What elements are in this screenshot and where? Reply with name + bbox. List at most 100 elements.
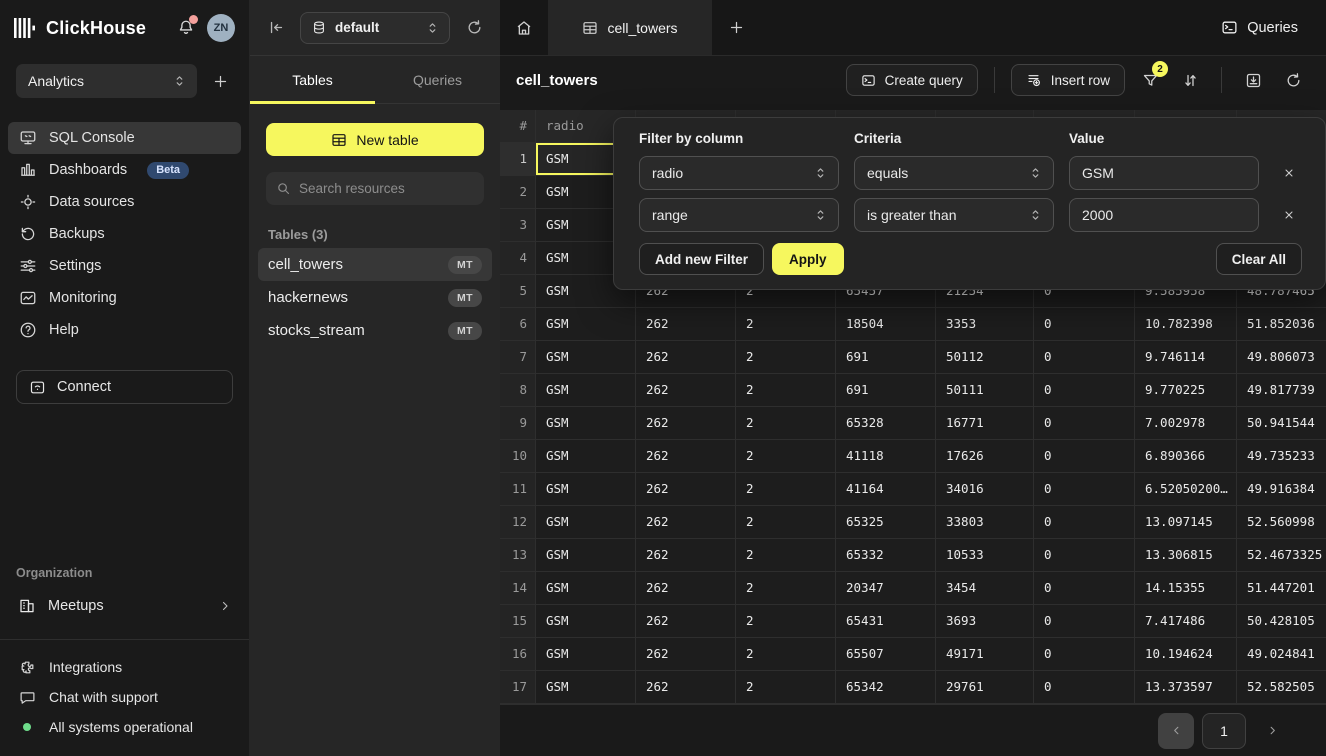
table-cell[interactable]: 2 [736, 374, 836, 407]
table-cell[interactable]: GSM [536, 341, 636, 374]
table-cell[interactable]: 41164 [836, 473, 936, 506]
filter-criteria-select-2[interactable]: is greater than [854, 198, 1054, 232]
sidebar-item-meetups[interactable]: Meetups [8, 590, 241, 622]
table-cell[interactable]: 65328 [836, 407, 936, 440]
table-cell[interactable]: GSM [536, 671, 636, 704]
sort-icon[interactable] [1175, 65, 1205, 95]
table-cell[interactable]: 49.024841 [1237, 638, 1326, 671]
queries-button[interactable]: Queries [1211, 0, 1326, 55]
table-cell[interactable]: 2 [736, 440, 836, 473]
filter-column-select-2[interactable]: range [639, 198, 839, 232]
table-cell[interactable]: 2 [736, 308, 836, 341]
table-cell[interactable]: 51.852036 [1237, 308, 1326, 341]
table-cell[interactable]: 262 [636, 374, 736, 407]
tab-queries[interactable]: Queries [375, 56, 500, 103]
table-cell[interactable]: 262 [636, 605, 736, 638]
table-cell[interactable]: GSM [536, 374, 636, 407]
table-cell[interactable]: GSM [536, 473, 636, 506]
table-cell[interactable]: 691 [836, 341, 936, 374]
table-cell[interactable]: 65342 [836, 671, 936, 704]
search-input[interactable] [299, 181, 474, 196]
table-cell[interactable]: 49.817739 [1237, 374, 1326, 407]
sidebar-item-dashboards[interactable]: Dashboards Beta [8, 154, 241, 186]
remove-filter-2-icon[interactable] [1274, 198, 1304, 232]
table-cell[interactable]: 3454 [936, 572, 1034, 605]
table-cell[interactable]: 2 [736, 473, 836, 506]
table-cell[interactable]: 65431 [836, 605, 936, 638]
table-cell[interactable]: 10.782398 [1135, 308, 1237, 341]
sidebar-item-sql-console[interactable]: SQL Console [8, 122, 241, 154]
sidebar-item-backups[interactable]: Backups [8, 218, 241, 250]
insert-row-button[interactable]: Insert row [1011, 64, 1125, 96]
previous-page-button[interactable] [1158, 713, 1194, 749]
filter-column-select-1[interactable]: radio [639, 156, 839, 190]
table-cell[interactable]: 262 [636, 572, 736, 605]
tab-cell-towers[interactable]: cell_towers [548, 0, 712, 55]
table-cell[interactable]: 0 [1034, 308, 1135, 341]
table-cell[interactable]: 2 [736, 407, 836, 440]
new-tab-button[interactable] [712, 0, 760, 55]
user-avatar[interactable]: ZN [207, 14, 235, 42]
table-cell[interactable]: 52.582505 [1237, 671, 1326, 704]
table-cell[interactable]: 2 [736, 671, 836, 704]
sidebar-item-settings[interactable]: Settings [8, 250, 241, 282]
filter-value-input-1[interactable] [1082, 165, 1246, 181]
table-cell[interactable]: 3693 [936, 605, 1034, 638]
table-cell[interactable]: 65507 [836, 638, 936, 671]
table-cell[interactable]: 49.806073 [1237, 341, 1326, 374]
table-cell[interactable]: 0 [1034, 605, 1135, 638]
table-cell[interactable]: 0 [1034, 638, 1135, 671]
sidebar-item-chat-support[interactable]: Chat with support [18, 682, 231, 712]
table-cell[interactable]: 29761 [936, 671, 1034, 704]
filter-icon[interactable]: 2 [1135, 65, 1165, 95]
current-page-indicator[interactable]: 1 [1202, 713, 1246, 749]
table-cell[interactable]: 50112 [936, 341, 1034, 374]
create-query-button[interactable]: Create query [846, 64, 978, 96]
download-icon[interactable] [1238, 65, 1268, 95]
table-cell[interactable]: 262 [636, 473, 736, 506]
table-cell[interactable]: 0 [1034, 407, 1135, 440]
table-cell[interactable]: 65325 [836, 506, 936, 539]
column-header[interactable]: # [500, 110, 536, 143]
table-cell[interactable]: 49.735233 [1237, 440, 1326, 473]
table-cell[interactable]: 50111 [936, 374, 1034, 407]
sidebar-item-integrations[interactable]: Integrations [18, 652, 231, 682]
table-cell[interactable]: 2 [736, 539, 836, 572]
refresh-icon[interactable] [1278, 65, 1308, 95]
table-cell[interactable]: 0 [1034, 341, 1135, 374]
table-cell[interactable]: 49171 [936, 638, 1034, 671]
table-cell[interactable]: 51.447201 [1237, 572, 1326, 605]
table-cell[interactable]: 9.770225 [1135, 374, 1237, 407]
table-cell[interactable]: 9.746114 [1135, 341, 1237, 374]
table-cell[interactable]: 52.4673325 [1237, 539, 1326, 572]
table-cell[interactable]: 262 [636, 341, 736, 374]
table-cell[interactable]: GSM [536, 539, 636, 572]
add-workspace-button[interactable] [207, 68, 233, 94]
table-cell[interactable]: 7.417486 [1135, 605, 1237, 638]
table-cell[interactable]: 13.373597 [1135, 671, 1237, 704]
connect-button[interactable]: Connect [16, 370, 233, 404]
table-cell[interactable]: 6.52050200… [1135, 473, 1237, 506]
table-cell[interactable]: 262 [636, 407, 736, 440]
table-cell[interactable]: 2 [736, 638, 836, 671]
table-cell[interactable]: 52.560998 [1237, 506, 1326, 539]
table-cell[interactable]: 0 [1034, 374, 1135, 407]
table-cell[interactable]: 0 [1034, 506, 1135, 539]
table-cell[interactable]: GSM [536, 440, 636, 473]
system-status[interactable]: All systems operational [18, 712, 231, 742]
sidebar-item-data-sources[interactable]: Data sources [8, 186, 241, 218]
table-cell[interactable]: 0 [1034, 440, 1135, 473]
table-cell[interactable]: GSM [536, 605, 636, 638]
table-cell[interactable]: 16771 [936, 407, 1034, 440]
table-cell[interactable]: 65332 [836, 539, 936, 572]
table-cell[interactable]: GSM [536, 308, 636, 341]
table-cell[interactable]: GSM [536, 407, 636, 440]
sidebar-item-help[interactable]: Help [8, 314, 241, 346]
add-new-filter-button[interactable]: Add new Filter [639, 243, 764, 275]
table-cell[interactable]: 33803 [936, 506, 1034, 539]
table-cell[interactable]: 2 [736, 506, 836, 539]
next-page-button[interactable] [1254, 713, 1290, 749]
database-selector[interactable]: default [300, 12, 450, 44]
table-cell[interactable]: GSM [536, 638, 636, 671]
table-cell[interactable]: 17626 [936, 440, 1034, 473]
